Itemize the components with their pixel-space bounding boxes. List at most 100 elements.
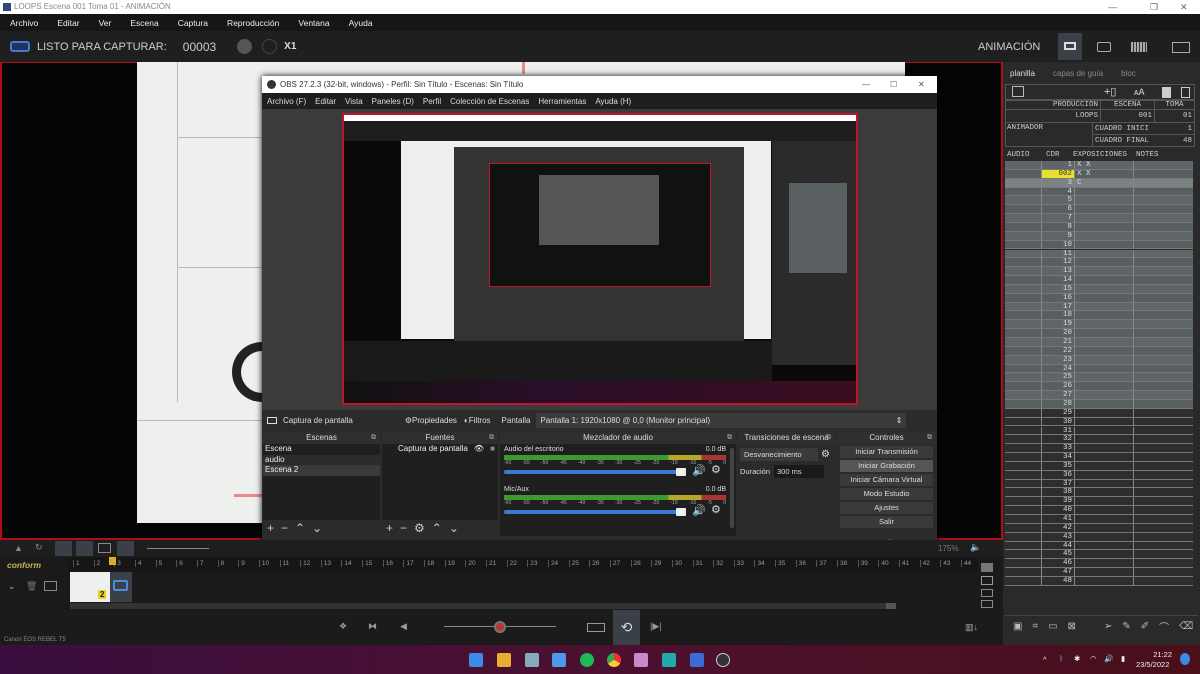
frame-tick[interactable]: 35 xyxy=(775,560,785,567)
menu-captura[interactable]: Captura xyxy=(178,18,208,28)
snipping-tool-icon[interactable] xyxy=(634,653,648,667)
exposure-cell[interactable]: C xyxy=(1077,179,1082,187)
live-frame-slot[interactable] xyxy=(110,572,132,602)
float-icon[interactable]: ⧉ xyxy=(927,432,932,444)
add-scene-button[interactable]: + xyxy=(267,521,274,535)
volume-slider[interactable] xyxy=(504,508,686,516)
wifi-icon[interactable]: ◠ xyxy=(1090,654,1097,663)
cdr-cell[interactable]: 11 xyxy=(1041,249,1075,258)
letterbox-button[interactable] xyxy=(117,541,134,556)
sheet-row[interactable]: 18 xyxy=(1005,311,1193,321)
cdr-cell[interactable]: 43 xyxy=(1041,532,1075,541)
frame-tick[interactable]: 33 xyxy=(733,560,744,567)
sheet-row[interactable]: 42 xyxy=(1005,523,1193,533)
obs-menu-ayuda[interactable]: Ayuda (H) xyxy=(595,97,631,106)
sheet-row[interactable]: 36 xyxy=(1005,470,1193,480)
frame-tick[interactable]: 12 xyxy=(300,560,310,567)
sheet-row[interactable]: 43 xyxy=(1005,532,1193,542)
frame-tick[interactable]: 20 xyxy=(465,560,476,567)
obs-menu-editar[interactable]: Editar xyxy=(315,97,336,106)
frame-tick[interactable]: 23 xyxy=(527,560,538,567)
frame-tick[interactable]: 22 xyxy=(506,560,517,567)
sheet-row[interactable]: 3C xyxy=(1005,178,1193,188)
frame-tick[interactable]: 5 xyxy=(155,560,162,567)
sheet-row[interactable]: 35 xyxy=(1005,461,1193,471)
sheet-row[interactable]: 13 xyxy=(1005,267,1193,277)
cdr-cell[interactable]: 17 xyxy=(1041,302,1075,311)
obs-menu-vista[interactable]: Vista xyxy=(345,97,363,106)
cdr-cell[interactable]: 46 xyxy=(1041,559,1075,568)
sheet-row[interactable]: 46 xyxy=(1005,559,1193,569)
frame-tick[interactable]: 2 xyxy=(93,560,100,567)
studio-mode-button[interactable]: Modo Estudio xyxy=(840,487,933,500)
camera-icon[interactable] xyxy=(44,581,57,591)
sheet-row[interactable]: 10 xyxy=(1005,240,1193,250)
cdr-cell[interactable]: 12 xyxy=(1041,258,1075,267)
tray-app-icon[interactable]: ✱ xyxy=(1074,654,1080,663)
frame-tick[interactable]: 32 xyxy=(713,560,723,567)
exposure-cell[interactable]: X X xyxy=(1077,161,1091,169)
menu-reproduccion[interactable]: Reproducción xyxy=(227,18,279,28)
previous-frame-icon[interactable]: ◀ xyxy=(400,621,407,632)
frame-tick[interactable]: 7 xyxy=(196,560,204,567)
cdr-cell[interactable]: 36 xyxy=(1041,470,1075,479)
move-up-button[interactable]: ⌃ xyxy=(295,521,305,535)
cdr-cell[interactable]: 28 xyxy=(1041,399,1075,408)
layers-icon[interactable] xyxy=(1172,42,1190,53)
transition-select[interactable]: Desvanecimiento xyxy=(740,448,818,461)
float-icon[interactable]: ⧉ xyxy=(727,432,732,444)
sheet-row[interactable]: 16 xyxy=(1005,293,1193,303)
cuadro-final-value[interactable]: 48 xyxy=(1183,137,1192,145)
remove-scene-button[interactable]: − xyxy=(281,521,288,535)
sheet-row[interactable]: 12 xyxy=(1005,258,1193,268)
speaker-icon[interactable]: 🔊 xyxy=(692,464,706,477)
app-m-icon[interactable] xyxy=(662,653,676,667)
obs-menu-archivo[interactable]: Archivo (F) xyxy=(267,97,306,106)
slider-handle[interactable] xyxy=(494,621,506,633)
lock-icon[interactable]: ■ xyxy=(490,444,495,455)
sheet-row[interactable]: 37 xyxy=(1005,479,1193,489)
sheet-row[interactable]: 14 xyxy=(1005,276,1193,285)
menu-ayuda[interactable]: Ayuda xyxy=(349,18,373,28)
start-virtual-camera-button[interactable]: Iniciar Cámara Virtual xyxy=(840,473,933,486)
loop-button[interactable]: ⟲ xyxy=(613,610,640,645)
frame-tick[interactable]: 38 xyxy=(837,560,847,567)
volume-icon[interactable]: 🔊 xyxy=(1104,654,1113,663)
tab-planilla[interactable]: planilla xyxy=(1010,69,1035,78)
sheet-row[interactable]: 9 xyxy=(1005,231,1193,241)
keyframe-icon[interactable]: ❖ xyxy=(339,621,347,632)
grid-button[interactable] xyxy=(76,541,93,556)
cdr-cell[interactable]: 3 xyxy=(1041,178,1075,187)
sheet-row[interactable]: 41 xyxy=(1005,515,1193,524)
print-icon[interactable] xyxy=(1012,86,1024,97)
mixer-scrollbar[interactable] xyxy=(730,448,734,528)
sheet-row[interactable]: 11 xyxy=(1005,249,1193,259)
obs-menu-paneles[interactable]: Paneles (D) xyxy=(372,97,414,106)
cdr-cell[interactable]: 30 xyxy=(1041,417,1075,426)
start-icon[interactable] xyxy=(469,653,483,667)
rotate-icon[interactable]: ↻ xyxy=(35,542,43,553)
filters-button[interactable]: Filtros xyxy=(469,416,491,425)
camera-cut-icon[interactable]: ⧓ xyxy=(368,621,377,632)
frame-tick[interactable]: 26 xyxy=(589,560,599,567)
crop-icon[interactable]: ⌗ xyxy=(1032,621,1038,632)
sheet-row[interactable]: 30 xyxy=(1005,417,1193,427)
settings-button[interactable]: Ajustes xyxy=(840,501,933,514)
clock-date[interactable]: 23/5/2022 xyxy=(1136,660,1169,669)
sheet-row[interactable]: 27 xyxy=(1005,391,1193,400)
cdr-cell[interactable]: 41 xyxy=(1041,515,1075,523)
cdr-cell[interactable]: 44 xyxy=(1041,541,1075,550)
cdr-cell[interactable]: 25 xyxy=(1041,373,1075,382)
frame-tick[interactable]: 34 xyxy=(754,560,765,567)
obs-preview[interactable] xyxy=(262,109,937,410)
frame-tick[interactable]: 8 xyxy=(217,560,224,567)
properties-button[interactable]: Propiedades xyxy=(412,416,457,425)
minimize-button[interactable]: — xyxy=(1108,0,1117,14)
cdr-cell[interactable]: 24 xyxy=(1041,364,1075,373)
frame-tick[interactable]: 37 xyxy=(816,560,827,567)
sheet-row[interactable]: 44 xyxy=(1005,541,1193,551)
cdr-cell[interactable]: 35 xyxy=(1041,461,1075,470)
cdr-cell[interactable]: 31 xyxy=(1041,426,1075,435)
sheet-row[interactable]: 38 xyxy=(1005,488,1193,498)
sheet-row[interactable]: 25 xyxy=(1005,373,1193,383)
